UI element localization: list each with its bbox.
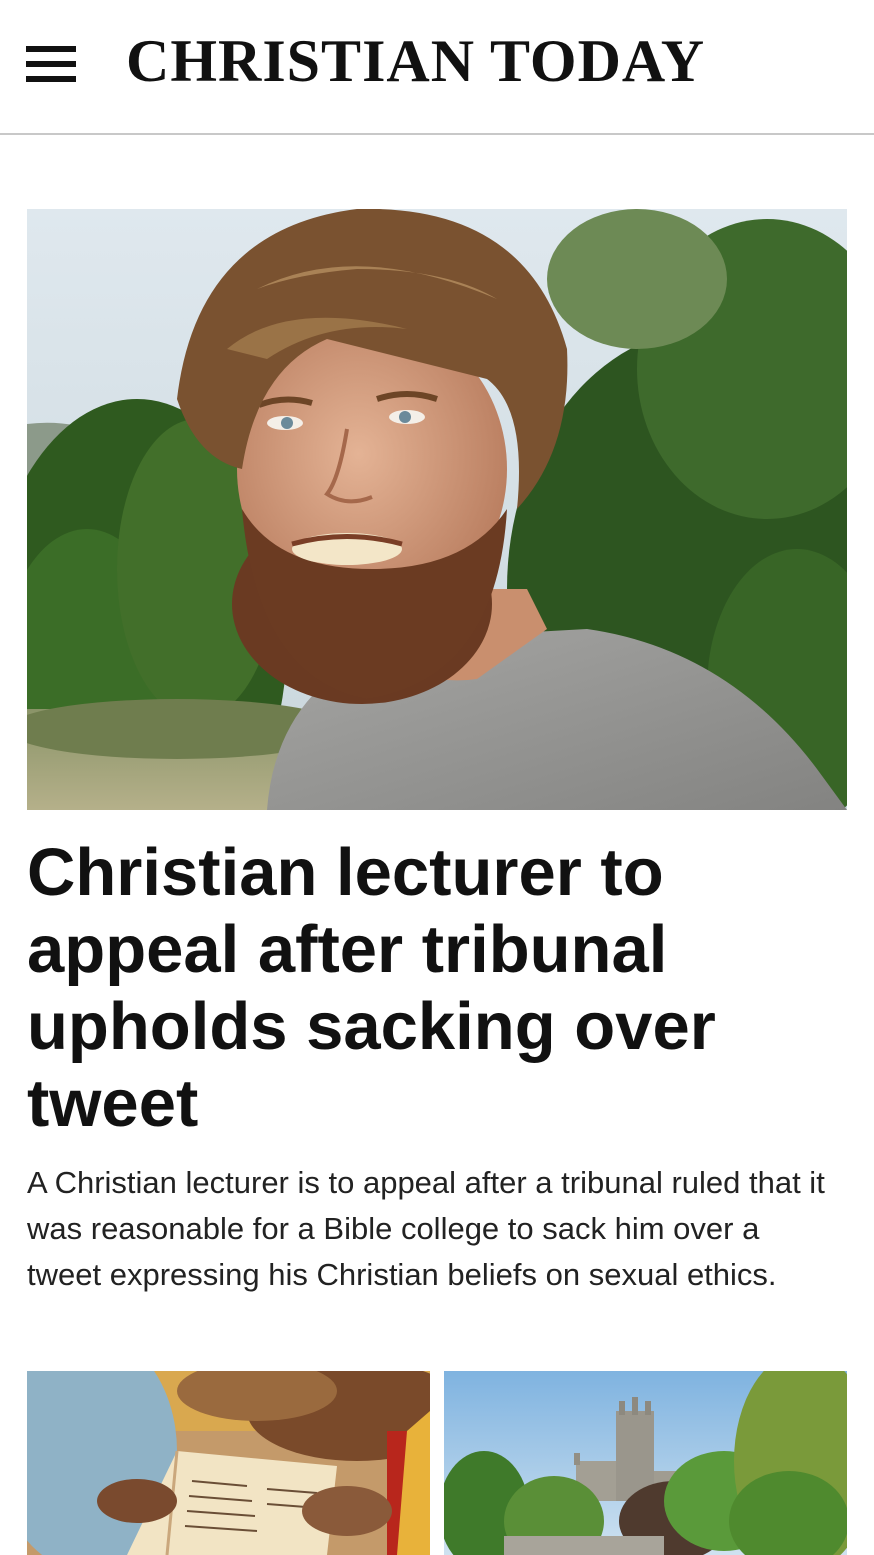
cathedral-photo	[444, 1371, 847, 1555]
secondary-story-image-1[interactable]	[27, 1371, 430, 1555]
site-logo[interactable]: CHRISTIAN TODAY	[126, 26, 705, 96]
lead-story-summary: A Christian lecturer is to appeal after …	[27, 1165, 825, 1292]
menu-bar-top	[26, 46, 76, 52]
site-header: CHRISTIAN TODAY	[0, 0, 874, 135]
menu-bar-middle	[26, 61, 76, 67]
secondary-story-image-2[interactable]	[444, 1371, 847, 1555]
lead-story-photo	[27, 209, 847, 810]
menu-bar-bottom	[26, 76, 76, 82]
hands-book-photo	[27, 1371, 430, 1555]
lead-story-image[interactable]	[27, 209, 847, 810]
lead-story-headline[interactable]: Christian lecturer to appeal after tribu…	[27, 834, 827, 1142]
hamburger-menu-icon[interactable]	[26, 46, 76, 84]
